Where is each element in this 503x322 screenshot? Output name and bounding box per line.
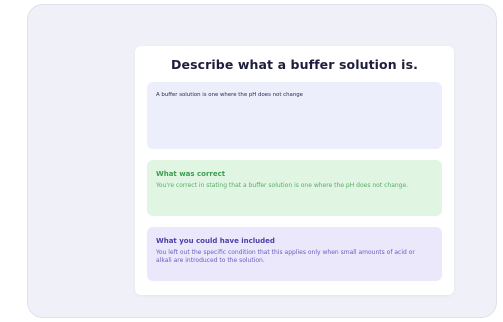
screenshot-frame: Describe what a buffer solution is. A bu… <box>27 4 497 318</box>
question-title: Describe what a buffer solution is. <box>171 57 418 72</box>
answer-text: A buffer solution is one where the pH do… <box>156 92 303 98</box>
feedback-correct-panel: What was correct You're correct in stati… <box>147 160 442 216</box>
feedback-improve-panel: What you could have included You left ou… <box>147 227 442 281</box>
question-card: Describe what a buffer solution is. A bu… <box>135 46 454 295</box>
feedback-correct-title: What was correct <box>156 170 226 178</box>
answer-field[interactable]: A buffer solution is one where the pH do… <box>147 82 442 149</box>
feedback-correct-text: You're correct in stating that a buffer … <box>156 182 409 189</box>
feedback-improve-text: You left out the specific condition that… <box>156 249 415 265</box>
feedback-improve-title: What you could have included <box>156 237 275 245</box>
